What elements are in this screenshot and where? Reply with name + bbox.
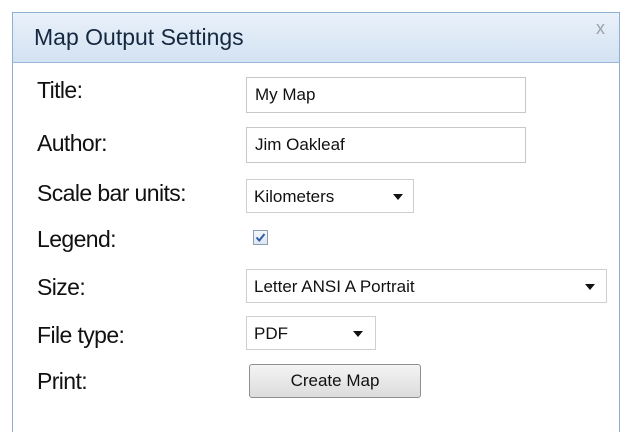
file-type-value: PDF [254,324,288,343]
author-label: Author: [37,130,108,156]
print-label: Print: [37,368,88,394]
title-input[interactable] [246,77,526,113]
dialog-titlebar: Map Output Settings x [13,13,619,63]
size-select[interactable]: Letter ANSI A Portrait [246,269,607,303]
legend-label: Legend: [37,226,117,252]
create-map-button[interactable]: Create Map [249,364,421,398]
file-type-label: File type: [37,322,125,348]
map-output-settings-dialog: Map Output Settings x Title: Author: Sca… [12,12,620,432]
scale-bar-units-select[interactable]: Kilometers [246,179,414,213]
title-label: Title: [37,77,83,103]
size-value: Letter ANSI A Portrait [254,277,415,296]
scale-bar-units-value: Kilometers [254,187,335,206]
dialog-title: Map Output Settings [34,24,244,50]
file-type-select[interactable]: PDF [246,316,376,350]
close-icon[interactable]: x [596,18,605,38]
chevron-down-icon [353,331,363,337]
size-label: Size: [37,274,86,300]
legend-checkbox[interactable] [253,230,268,245]
author-input[interactable] [246,127,526,163]
scale-bar-units-label: Scale bar units: [37,180,187,206]
chevron-down-icon [393,194,403,200]
checkmark-icon [255,233,266,243]
chevron-down-icon [585,284,595,290]
